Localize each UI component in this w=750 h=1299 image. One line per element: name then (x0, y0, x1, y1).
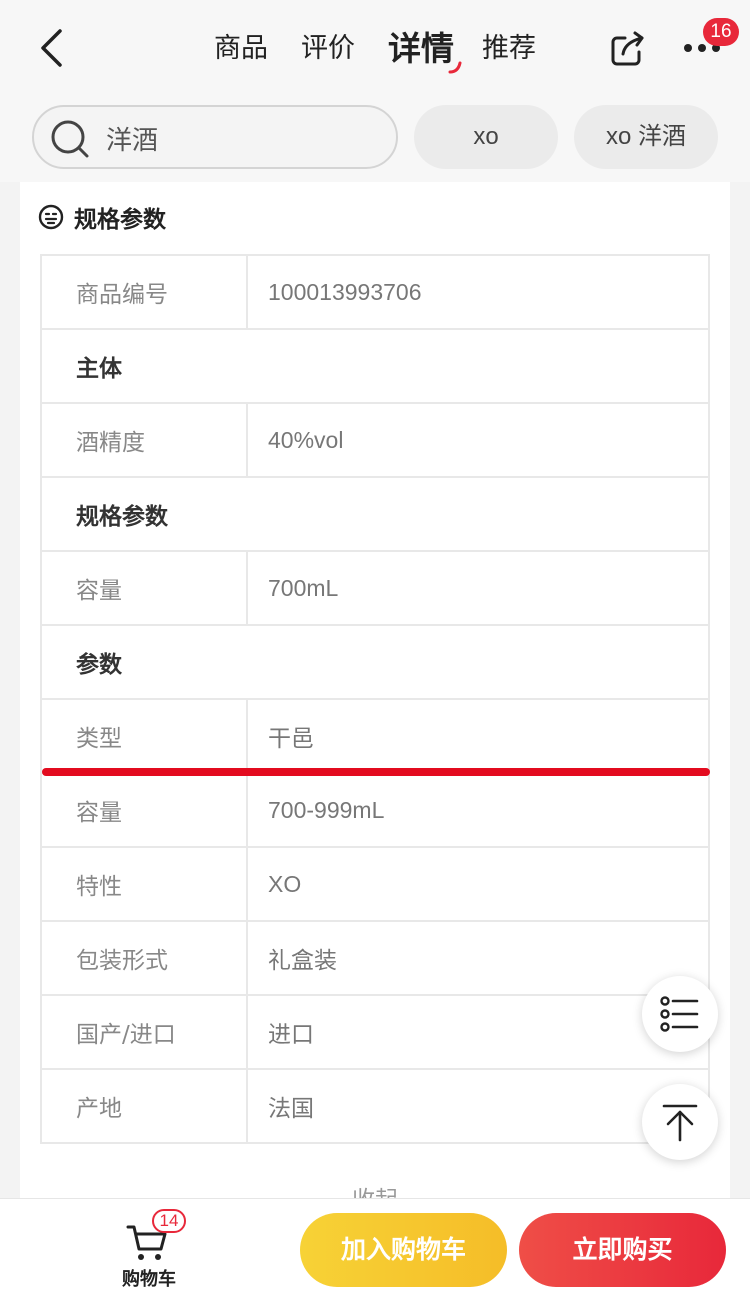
spec-key: 产地 (42, 1070, 248, 1142)
spec-key: 特性 (42, 848, 248, 920)
spec-key: 容量 (42, 552, 248, 624)
bottom-action-bar: 购物车 14 加入购物车 立即购买 (0, 1198, 750, 1299)
spec-card: 规格参数 商品编号 100013993706 主体 酒精度 40%vol 规格参… (20, 182, 730, 1213)
search-chip-xo[interactable]: xo (414, 105, 558, 169)
top-nav-bar: 商品 评价 详情 推荐 16 (0, 0, 750, 96)
outline-list-button[interactable] (642, 976, 718, 1052)
spec-row-origin: 产地 法国 (42, 1070, 708, 1144)
search-input[interactable]: 洋酒 (32, 105, 398, 169)
spec-section-title: 规格参数 (74, 207, 166, 233)
spec-value: 进口 (268, 1021, 314, 1047)
tab-details-label: 详情 (388, 29, 454, 68)
spec-row-packaging: 包装形式 礼盒装 (42, 922, 708, 996)
spec-group-title: 主体 (76, 356, 122, 382)
buy-now-button[interactable]: 立即购买 (519, 1213, 726, 1287)
spec-icon (38, 204, 64, 230)
spec-row-type: 类型 干邑 (42, 700, 708, 774)
back-arrow-icon[interactable] (34, 28, 68, 68)
spec-key: 类型 (42, 700, 248, 772)
search-row: 洋酒 xo xo 洋酒 (0, 96, 750, 182)
detail-tabs: 商品 评价 详情 推荐 (214, 29, 569, 74)
message-count-badge: 16 (703, 18, 739, 46)
spec-value: 法国 (268, 1095, 314, 1121)
search-query: 洋酒 (106, 126, 159, 156)
spec-key: 包装形式 (42, 922, 248, 994)
spec-value: 礼盒装 (268, 947, 337, 973)
search-icon (51, 120, 89, 158)
search-chip-xo-liquor[interactable]: xo 洋酒 (574, 105, 718, 169)
tab-reviews[interactable]: 评价 (301, 30, 355, 68)
list-icon (660, 996, 699, 1032)
spec-key: 容量 (42, 774, 248, 846)
spec-group-params: 参数 (42, 626, 708, 700)
add-to-cart-button[interactable]: 加入购物车 (300, 1213, 507, 1287)
spec-group-specs: 规格参数 (42, 478, 708, 552)
annotation-underline (42, 768, 710, 776)
spec-row-sku: 商品编号 100013993706 (42, 256, 708, 330)
active-tab-indicator (448, 61, 462, 74)
spec-row-volume-range: 容量 700-999mL (42, 774, 708, 848)
back-to-top-icon (662, 1104, 698, 1142)
tab-details[interactable]: 详情 (388, 29, 462, 74)
spec-row-import: 国产/进口 进口 (42, 996, 708, 1070)
spec-value: XO (268, 870, 302, 897)
spec-value: 700-999mL (268, 796, 385, 823)
share-icon[interactable] (609, 30, 647, 68)
tab-product[interactable]: 商品 (214, 30, 268, 68)
spec-value: 100013993706 (268, 278, 422, 305)
cart-label: 购物车 (122, 1269, 176, 1290)
cart-count-badge: 14 (152, 1209, 186, 1233)
spec-table: 商品编号 100013993706 主体 酒精度 40%vol 规格参数 容量 … (40, 254, 710, 1144)
spec-value: 700mL (268, 574, 339, 601)
spec-key: 国产/进口 (42, 996, 248, 1068)
tab-recommend[interactable]: 推荐 (482, 30, 536, 68)
spec-value: 干邑 (268, 725, 314, 751)
spec-section-header: 规格参数 (38, 200, 166, 234)
spec-key: 商品编号 (42, 256, 248, 328)
back-to-top-button[interactable] (642, 1084, 718, 1160)
spec-row-volume: 容量 700mL (42, 552, 708, 626)
product-detail-page: 商品 评价 详情 推荐 16 洋酒 xo xo 洋酒 规格参数 商品编号 100… (0, 0, 750, 1299)
spec-row-feature: 特性 XO (42, 848, 708, 922)
spec-value: 40%vol (268, 426, 344, 453)
spec-row-abv: 酒精度 40%vol (42, 404, 708, 478)
spec-group-title: 规格参数 (76, 504, 168, 530)
spec-group-title: 参数 (76, 652, 122, 678)
spec-group-main: 主体 (42, 330, 708, 404)
spec-key: 酒精度 (42, 404, 248, 476)
